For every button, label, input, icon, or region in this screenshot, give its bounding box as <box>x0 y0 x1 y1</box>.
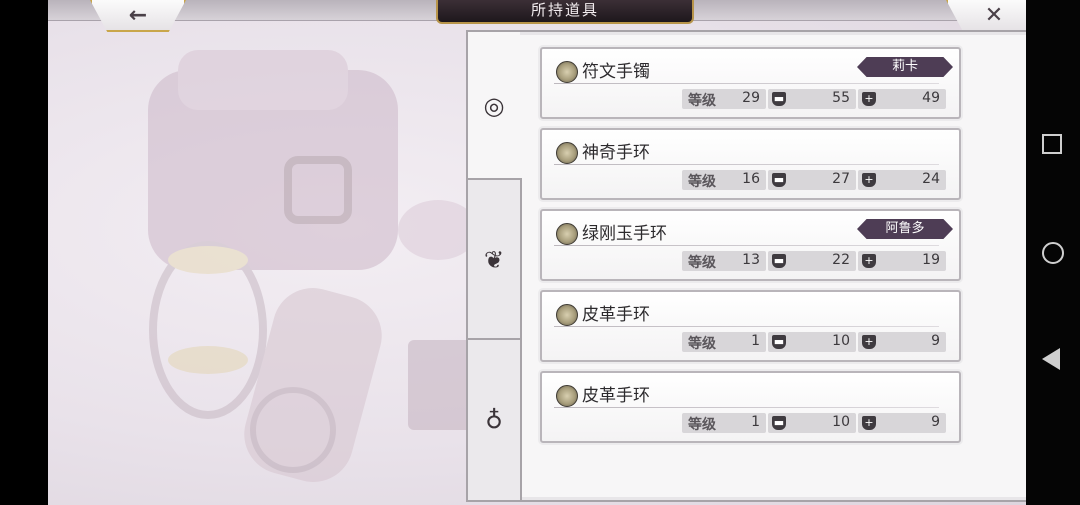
shield-icon: ▬ <box>772 416 786 430</box>
level-label: 等级 <box>688 336 716 352</box>
bracelet-item-icon <box>556 385 578 407</box>
defense-stat: ▬ 22 <box>768 251 856 271</box>
hp-value: 19 <box>922 252 940 268</box>
hp-stat: + 19 <box>858 251 946 271</box>
tab-ring[interactable]: ♁ <box>466 338 522 502</box>
close-button[interactable]: ✕ <box>946 0 1026 32</box>
divider <box>554 164 939 165</box>
item-card[interactable]: 神奇手环 等级 16 ▬ 27 + 24 <box>540 128 961 200</box>
divider <box>554 407 939 408</box>
necklace-icon: ❦ <box>483 246 505 274</box>
hp-stat: + 9 <box>858 332 946 352</box>
level-stat: 等级 1 <box>682 332 766 352</box>
level-label: 等级 <box>688 93 716 109</box>
ring-icon: ♁ <box>485 406 503 434</box>
level-stat: 等级 13 <box>682 251 766 271</box>
item-name: 神奇手环 <box>582 143 650 163</box>
background-illustration <box>148 50 478 483</box>
level-label: 等级 <box>688 174 716 190</box>
owner-badge: 莉卡 <box>857 57 953 77</box>
item-name: 绿刚玉手环 <box>582 224 667 244</box>
divider <box>554 245 939 246</box>
defense-stat: ▬ 27 <box>768 170 856 190</box>
level-value: 1 <box>751 333 760 349</box>
shield-plus-icon: + <box>862 335 876 349</box>
shield-icon: ▬ <box>772 92 786 106</box>
defense-stat: ▬ 55 <box>768 89 856 109</box>
back-nav-icon[interactable] <box>1042 348 1060 370</box>
divider <box>554 326 939 327</box>
hp-value: 9 <box>931 333 940 349</box>
page-title: 所持道具 <box>436 0 694 24</box>
close-icon: ✕ <box>984 2 1004 28</box>
hp-value: 49 <box>922 90 940 106</box>
shield-icon: ▬ <box>772 173 786 187</box>
defense-value: 10 <box>832 333 850 349</box>
bracelet-item-icon <box>556 142 578 164</box>
shield-plus-icon: + <box>862 416 876 430</box>
shield-plus-icon: + <box>862 173 876 187</box>
home-icon[interactable] <box>1042 242 1064 264</box>
bracelet-item-icon <box>556 304 578 326</box>
shield-plus-icon: + <box>862 92 876 106</box>
level-stat: 等级 29 <box>682 89 766 109</box>
game-screen: ← 所持道具 ✕ ◎ ❦ ♁ 符文手镯 莉卡 等级 29 ▬ 55 + 49 神 <box>48 0 1026 505</box>
item-name: 皮革手环 <box>582 305 650 325</box>
level-label: 等级 <box>688 417 716 433</box>
item-card[interactable]: 皮革手环 等级 1 ▬ 10 + 9 <box>540 290 961 362</box>
bracelet-item-icon <box>556 223 578 245</box>
defense-value: 22 <box>832 252 850 268</box>
bracelet-icon: ◎ <box>483 92 505 120</box>
android-nav-bar <box>1026 0 1080 505</box>
level-value: 1 <box>751 414 760 430</box>
shield-plus-icon: + <box>862 254 876 268</box>
level-label: 等级 <box>688 255 716 271</box>
shield-icon: ▬ <box>772 254 786 268</box>
item-card[interactable]: 符文手镯 莉卡 等级 29 ▬ 55 + 49 <box>540 47 961 119</box>
bracelet-item-icon <box>556 61 578 83</box>
item-card[interactable]: 绿刚玉手环 阿鲁多 等级 13 ▬ 22 + 19 <box>540 209 961 281</box>
defense-value: 27 <box>832 171 850 187</box>
defense-stat: ▬ 10 <box>768 413 856 433</box>
item-card[interactable]: 皮革手环 等级 1 ▬ 10 + 9 <box>540 371 961 443</box>
defense-stat: ▬ 10 <box>768 332 856 352</box>
level-stat: 等级 1 <box>682 413 766 433</box>
item-name: 符文手镯 <box>582 62 650 82</box>
tab-necklace[interactable]: ❦ <box>466 178 522 342</box>
back-arrow-icon: ← <box>128 2 148 28</box>
item-name: 皮革手环 <box>582 386 650 406</box>
level-value: 29 <box>742 90 760 106</box>
hp-stat: + 24 <box>858 170 946 190</box>
tab-bracelet[interactable]: ◎ <box>466 30 520 182</box>
level-stat: 等级 16 <box>682 170 766 190</box>
hp-value: 24 <box>922 171 940 187</box>
owner-badge: 阿鲁多 <box>857 219 953 239</box>
defense-value: 10 <box>832 414 850 430</box>
back-button[interactable]: ← <box>90 0 186 32</box>
shield-icon: ▬ <box>772 335 786 349</box>
defense-value: 55 <box>832 90 850 106</box>
hp-value: 9 <box>931 414 940 430</box>
divider <box>554 83 939 84</box>
recents-icon[interactable] <box>1042 134 1062 154</box>
level-value: 13 <box>742 252 760 268</box>
level-value: 16 <box>742 171 760 187</box>
hp-stat: + 49 <box>858 89 946 109</box>
hp-stat: + 9 <box>858 413 946 433</box>
